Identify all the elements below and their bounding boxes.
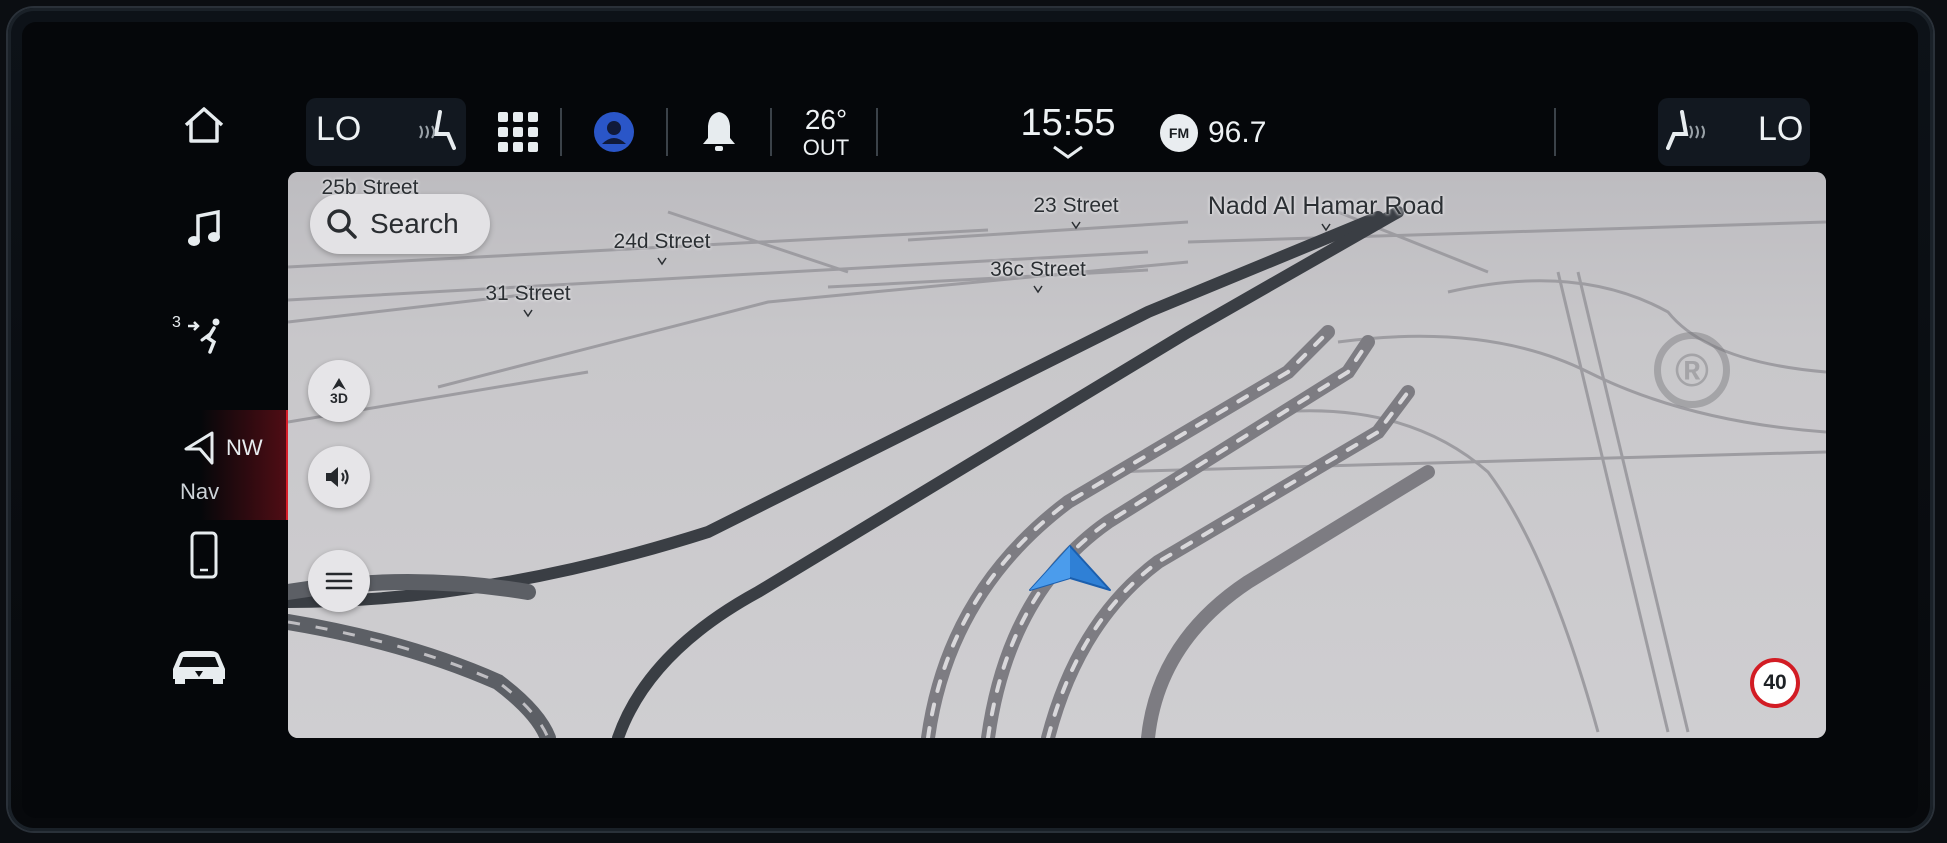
street-marker-icon xyxy=(1321,223,1331,232)
bell-icon xyxy=(703,112,735,151)
fm-badge: FM xyxy=(1160,114,1198,152)
notifications-button[interactable] xyxy=(698,108,740,154)
smartphone-icon xyxy=(190,531,218,579)
driver-temp[interactable]: LO xyxy=(316,110,361,149)
clock: 15:55 xyxy=(1020,102,1116,144)
fan-airflow-icon xyxy=(188,318,220,354)
media-button[interactable] xyxy=(176,205,232,255)
street-label: 36c Street xyxy=(990,258,1086,281)
street-marker-icon xyxy=(1033,285,1043,294)
search-label: Search xyxy=(370,208,459,239)
apps-button[interactable] xyxy=(496,110,540,154)
vehicle-position-icon xyxy=(1029,545,1111,591)
view-mode-label: 3D xyxy=(330,389,348,406)
topbar-divider xyxy=(1554,108,1556,156)
street-label: 31 Street xyxy=(485,282,571,305)
topbar-divider xyxy=(770,108,772,156)
heated-seat-icon[interactable] xyxy=(1666,108,1708,154)
compass-arrow-icon xyxy=(332,377,346,390)
outside-temperature: 26° OUT xyxy=(796,104,856,160)
app-grid-icon xyxy=(498,112,538,152)
fan-level: 3 xyxy=(172,314,181,331)
climate-button[interactable]: 3 xyxy=(166,308,232,362)
clock-button[interactable]: 15:55 xyxy=(1010,102,1126,164)
view-mode-button[interactable]: 3D xyxy=(308,360,370,422)
guidance-volume-button[interactable] xyxy=(308,446,370,508)
search-button[interactable]: Search xyxy=(310,194,490,254)
street-label: Nadd Al Hamar Road xyxy=(1207,192,1445,220)
navigation-arrow-icon xyxy=(184,431,214,465)
music-note-icon xyxy=(188,210,220,246)
map-menu-button[interactable] xyxy=(308,550,370,612)
radio-now-playing[interactable]: FM 96.7 xyxy=(1160,113,1266,153)
nav-label: Nav xyxy=(180,479,220,504)
home-icon xyxy=(184,107,224,143)
outside-temp-value: 26° xyxy=(804,104,848,135)
street-label: 24d Street xyxy=(613,230,711,253)
car-icon xyxy=(173,651,225,684)
home-button[interactable] xyxy=(176,100,232,150)
user-profile-icon xyxy=(594,112,634,152)
heading-direction: NW xyxy=(226,435,263,460)
street-label: 23 Street xyxy=(1033,194,1119,217)
registered-mark-icon: ® xyxy=(1654,332,1730,408)
outside-temp-label: OUT xyxy=(802,135,850,160)
map-roads xyxy=(288,172,1826,738)
phone-button[interactable] xyxy=(176,528,232,582)
topbar-divider xyxy=(876,108,878,156)
street-marker-icon xyxy=(1071,221,1081,230)
speaker-icon xyxy=(326,467,349,487)
street-marker-icon xyxy=(657,257,667,266)
hamburger-menu-icon xyxy=(325,572,353,590)
search-icon xyxy=(327,209,357,239)
heated-seat-icon[interactable] xyxy=(414,108,456,154)
nav-button[interactable]: NW Nav xyxy=(176,420,286,516)
topbar-divider xyxy=(666,108,668,156)
radio-frequency: 96.7 xyxy=(1208,116,1267,149)
passenger-temp[interactable]: LO xyxy=(1758,110,1803,149)
topbar-divider xyxy=(560,108,562,156)
vehicle-button[interactable] xyxy=(166,638,232,688)
chevron-down-icon xyxy=(1053,145,1083,159)
profile-button[interactable] xyxy=(592,110,636,154)
street-marker-icon xyxy=(523,309,533,318)
speed-limit-sign: 40 xyxy=(1750,658,1800,708)
navigation-map[interactable]: 25b Street 24d Street 31 Street 23 Stree… xyxy=(288,172,1826,738)
